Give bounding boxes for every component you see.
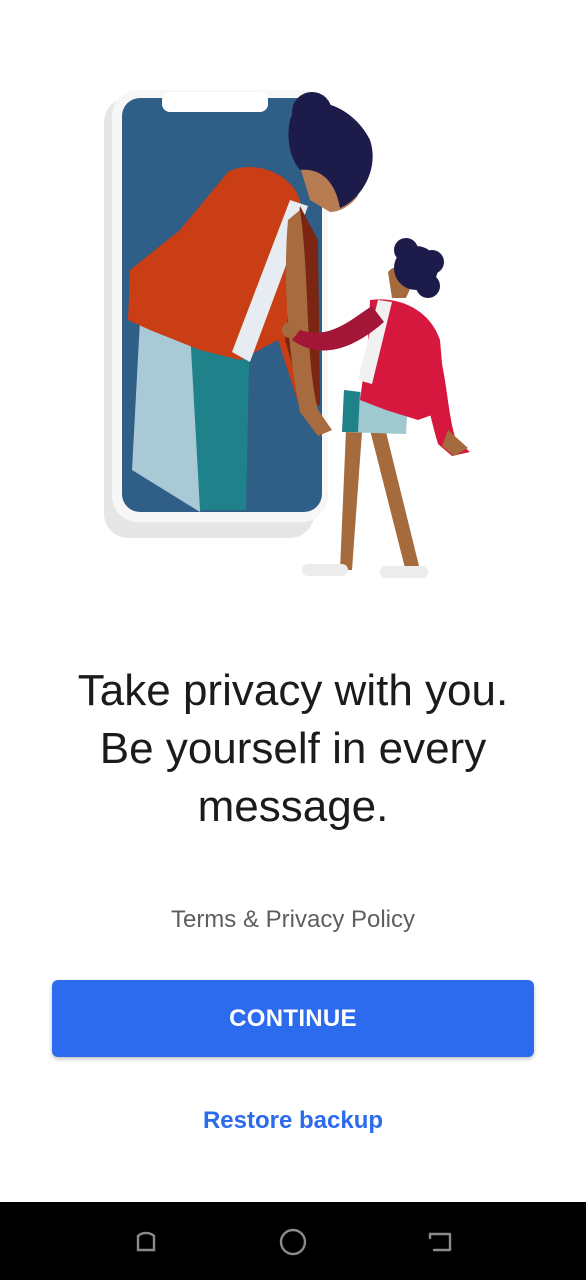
restore-backup-link[interactable]: Restore backup	[0, 1107, 586, 1135]
headline-line-1: Take privacy with you.	[77, 666, 509, 715]
welcome-screen: Take privacy with you. Be yourself in ev…	[0, 0, 586, 1280]
welcome-illustration	[104, 90, 470, 578]
home-icon[interactable]	[277, 1226, 309, 1258]
back-icon[interactable]	[424, 1226, 456, 1258]
continue-button[interactable]: CONTINUE	[52, 980, 534, 1057]
system-navigation-bar	[0, 1202, 586, 1280]
terms-privacy-link[interactable]: Terms & Privacy Policy	[0, 906, 586, 934]
recents-icon[interactable]	[130, 1226, 162, 1258]
headline-line-3: message.	[197, 782, 389, 831]
headline-line-2: Be yourself in every	[99, 724, 487, 773]
headline: Take privacy with you. Be yourself in ev…	[20, 662, 566, 836]
